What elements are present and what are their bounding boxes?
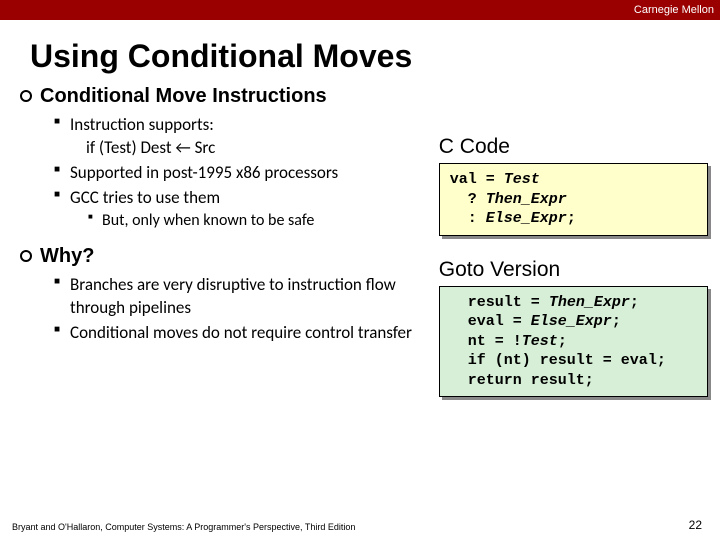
s2-b1: Branches are very disruptive to instruct…	[54, 274, 439, 320]
brand-bar: Carnegie Mellon	[0, 0, 720, 20]
s1-b1-indent: if (Test) Dest ← Src	[86, 137, 439, 160]
s2-b2: Conditional moves do not require control…	[54, 322, 439, 345]
s1-b1-text: Instruction supports:	[70, 114, 214, 135]
goto-title: Goto Version	[439, 258, 708, 282]
section2-title: Why?	[40, 245, 94, 268]
goto-box: result = Then_Expr; eval = Else_Expr; nt…	[439, 286, 708, 398]
g-l3b: Test	[522, 333, 558, 350]
s1-b3-sublist: But, only when known to be safe	[88, 210, 439, 232]
g-l2b: Else_Expr	[531, 313, 612, 330]
cc-l2b: Then_Expr	[486, 191, 567, 208]
cc-l2a: ?	[450, 191, 486, 208]
cc-l3a: :	[450, 210, 486, 227]
g-l3a: nt = !	[450, 333, 522, 350]
section1-title: Conditional Move Instructions	[40, 85, 327, 108]
cc-l1b: Test	[504, 171, 540, 188]
s1-b1: Instruction supports: if (Test) Dest ← S…	[54, 114, 439, 160]
g-l5: return result;	[450, 372, 594, 389]
g-l3c: ;	[558, 333, 567, 350]
g-l2a: eval =	[450, 313, 531, 330]
section2-list: Branches are very disruptive to instruct…	[54, 274, 439, 345]
brand-text: Carnegie Mellon	[634, 4, 714, 16]
g-l4: if (nt) result = eval;	[450, 352, 666, 369]
cc-l1a: val =	[450, 171, 504, 188]
g-l1a: result =	[450, 294, 549, 311]
g-l1c: ;	[630, 294, 639, 311]
section1-header: Conditional Move Instructions	[20, 85, 439, 108]
right-column: C Code val = Test ? Then_Expr : Else_Exp…	[439, 85, 708, 419]
ccode-box: val = Test ? Then_Expr : Else_Expr;	[439, 163, 708, 236]
g-l1b: Then_Expr	[549, 294, 630, 311]
section2-header: Why?	[20, 245, 439, 268]
slide-title: Using Conditional Moves	[30, 38, 720, 75]
cc-l3c: ;	[567, 210, 576, 227]
left-column: Conditional Move Instructions Instructio…	[20, 85, 439, 419]
g-l2c: ;	[612, 313, 621, 330]
footer-text: Bryant and O'Hallaron, Computer Systems:…	[12, 522, 355, 532]
page-number: 22	[689, 518, 702, 532]
s1-b3: GCC tries to use them But, only when kno…	[54, 187, 439, 232]
bullet-circle-icon	[20, 90, 32, 102]
bullet-circle-icon	[20, 250, 32, 262]
content-area: Conditional Move Instructions Instructio…	[0, 85, 720, 419]
s1-b2: Supported in post-1995 x86 processors	[54, 162, 439, 185]
s1-b3-text: GCC tries to use them	[70, 187, 220, 208]
cc-l3b: Else_Expr	[486, 210, 567, 227]
section1-list: Instruction supports: if (Test) Dest ← S…	[54, 114, 439, 231]
s1-b3-sub: But, only when known to be safe	[88, 210, 439, 232]
ccode-title: C Code	[439, 135, 708, 159]
